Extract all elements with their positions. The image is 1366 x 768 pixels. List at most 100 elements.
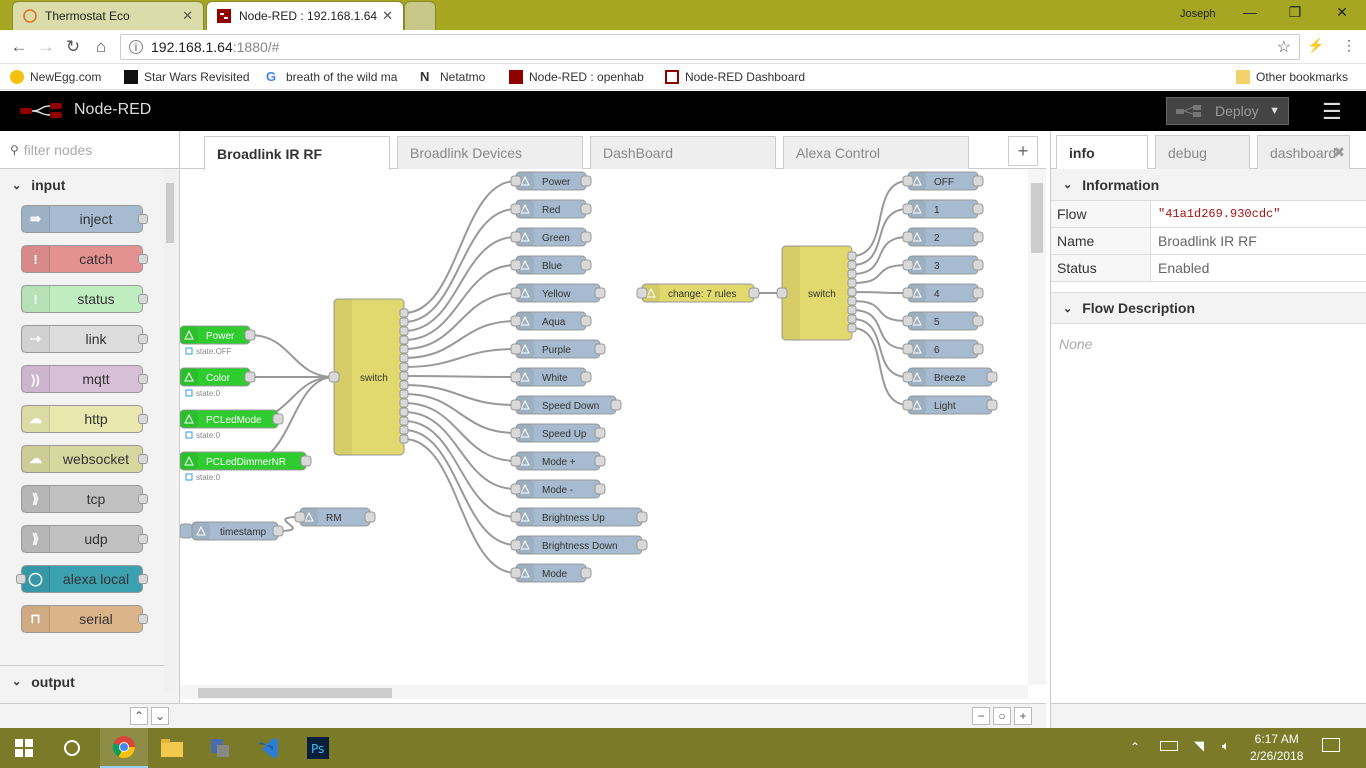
- output-port[interactable]: [847, 260, 857, 270]
- output-port[interactable]: [399, 335, 409, 345]
- output-port[interactable]: [847, 296, 857, 306]
- output-port[interactable]: [610, 399, 622, 411]
- input-port[interactable]: [294, 511, 306, 523]
- input-port[interactable]: [776, 287, 788, 299]
- output-port[interactable]: [594, 455, 606, 467]
- output-port[interactable]: [972, 315, 984, 327]
- window-close-icon[interactable]: ✕: [1327, 4, 1357, 21]
- output-node-4[interactable]: 4: [902, 283, 984, 303]
- output-port[interactable]: [399, 425, 409, 435]
- output-port[interactable]: [972, 175, 984, 187]
- input-port[interactable]: [510, 203, 522, 215]
- flow-wire[interactable]: [851, 291, 909, 294]
- tab-alexa-control[interactable]: Alexa Control: [783, 136, 969, 169]
- palette-node-inject[interactable]: ⇛ inject: [21, 205, 148, 233]
- palette-node-status[interactable]: ! status: [21, 285, 148, 313]
- canvas-vertical-scrollbar[interactable]: [1028, 169, 1046, 685]
- output-port[interactable]: [594, 427, 606, 439]
- output-port[interactable]: [399, 317, 409, 327]
- flow-wire[interactable]: [403, 420, 517, 518]
- input-port[interactable]: [902, 287, 914, 299]
- taskbar-clock[interactable]: 6:17 AM 2/26/2018: [1250, 731, 1303, 765]
- input-port[interactable]: [510, 427, 522, 439]
- filter-nodes-input[interactable]: ⚲ filter nodes: [0, 131, 179, 169]
- zoom-reset-icon[interactable]: ○: [993, 707, 1011, 725]
- battery-icon[interactable]: [1160, 741, 1178, 751]
- input-port[interactable]: [510, 511, 522, 523]
- output-port[interactable]: [580, 371, 592, 383]
- rm-node[interactable]: RM: [294, 507, 376, 527]
- input-port[interactable]: [510, 175, 522, 187]
- output-port[interactable]: [594, 483, 606, 495]
- input-port[interactable]: [902, 343, 914, 355]
- maximize-icon[interactable]: ❐: [1280, 4, 1310, 21]
- flow-wire[interactable]: [403, 320, 517, 359]
- tab-info[interactable]: info: [1056, 135, 1148, 169]
- palette-node-mqtt[interactable]: )) mqtt: [21, 365, 148, 393]
- output-node-6[interactable]: 6: [902, 339, 984, 359]
- inject-button[interactable]: [180, 523, 193, 539]
- timestamp-node[interactable]: timestamp: [191, 521, 284, 541]
- output-port[interactable]: [272, 413, 284, 425]
- flow-canvas[interactable]: Power state:OFF Color state:0 PCLedMode state…: [180, 169, 1028, 685]
- output-port[interactable]: [580, 567, 592, 579]
- switch-node-right[interactable]: switch: [776, 245, 857, 341]
- input-port[interactable]: [510, 371, 522, 383]
- bookmark-node-red-dashboard[interactable]: Node-RED Dashboard: [665, 69, 805, 84]
- flow-wire[interactable]: [403, 348, 517, 368]
- zoom-out-icon[interactable]: −: [972, 707, 990, 725]
- output-node-red[interactable]: Red: [510, 199, 592, 219]
- expand-all-icon[interactable]: ⌄: [151, 707, 169, 725]
- star-icon[interactable]: ☆: [1277, 37, 1291, 57]
- input-port[interactable]: [510, 259, 522, 271]
- tray-chevron-icon[interactable]: ⌃: [1130, 740, 1140, 754]
- input-port[interactable]: [902, 259, 914, 271]
- output-port[interactable]: [580, 175, 592, 187]
- output-port[interactable]: [636, 539, 648, 551]
- volume-icon[interactable]: 🔈︎: [1222, 738, 1230, 754]
- tab-debug[interactable]: debug: [1155, 135, 1250, 169]
- photoshop-icon[interactable]: Ps: [294, 728, 342, 768]
- bookmark-star-wars[interactable]: Star Wars Revisited: [124, 69, 252, 84]
- output-port[interactable]: [972, 203, 984, 215]
- reload-icon[interactable]: ↻: [62, 37, 84, 57]
- output-port[interactable]: [847, 305, 857, 315]
- chrome-taskbar-icon[interactable]: [100, 728, 148, 768]
- close-icon[interactable]: ✕: [382, 8, 393, 24]
- output-port[interactable]: [986, 399, 998, 411]
- output-node-yellow[interactable]: Yellow: [510, 283, 606, 303]
- output-port[interactable]: [399, 371, 409, 381]
- input-port[interactable]: [902, 315, 914, 327]
- output-port[interactable]: [972, 287, 984, 299]
- minimize-icon[interactable]: —: [1235, 4, 1265, 20]
- palette-scrollbar[interactable]: [164, 169, 176, 691]
- output-node-mode-[interactable]: Mode +: [510, 451, 606, 471]
- palette-node-catch[interactable]: ! catch: [21, 245, 148, 273]
- input-port[interactable]: [510, 455, 522, 467]
- home-icon[interactable]: ⌂: [90, 37, 112, 57]
- output-port[interactable]: [847, 323, 857, 333]
- change-node[interactable]: change: 7 rules: [636, 283, 760, 303]
- extension-icon[interactable]: ⚡: [1305, 37, 1327, 54]
- output-port[interactable]: [986, 371, 998, 383]
- palette-node-udp[interactable]: ⟫ udp: [21, 525, 148, 553]
- output-port[interactable]: [594, 287, 606, 299]
- output-port[interactable]: [364, 511, 376, 523]
- output-node-1[interactable]: 1: [902, 199, 984, 219]
- input-node-power[interactable]: Power state:OFF: [180, 325, 256, 356]
- vscode-icon[interactable]: [244, 728, 292, 768]
- deploy-button[interactable]: Deploy ▼: [1166, 97, 1289, 125]
- output-port[interactable]: [972, 231, 984, 243]
- input-port[interactable]: [510, 343, 522, 355]
- output-port[interactable]: [847, 314, 857, 324]
- output-node-purple[interactable]: Purple: [510, 339, 606, 359]
- output-port[interactable]: [636, 511, 648, 523]
- output-port[interactable]: [847, 251, 857, 261]
- information-section[interactable]: ⌄ Information: [1051, 169, 1366, 201]
- input-port[interactable]: [510, 287, 522, 299]
- forward-icon[interactable]: →: [35, 37, 57, 57]
- input-port[interactable]: [510, 315, 522, 327]
- output-node-5[interactable]: 5: [902, 311, 984, 331]
- hamburger-menu-icon[interactable]: ☰: [1322, 99, 1342, 125]
- add-flow-button[interactable]: +: [1008, 136, 1038, 166]
